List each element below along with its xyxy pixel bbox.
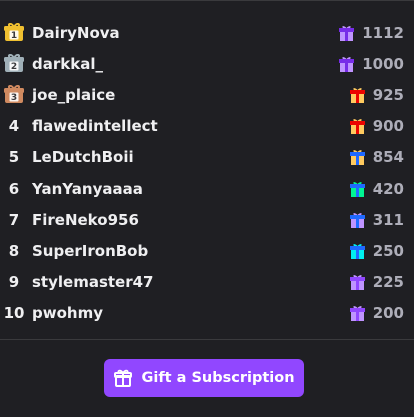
leaderboard-row: 9 stylemaster47 225 <box>0 267 414 298</box>
gift-count: 311 <box>349 210 404 229</box>
gift-amount: 225 <box>372 273 404 292</box>
rank-number: 2 <box>11 62 17 72</box>
username[interactable]: darkkal_ <box>32 55 103 73</box>
username[interactable]: DairyNova <box>32 24 120 42</box>
rank-number: 3 <box>11 93 17 103</box>
leaderboard-row: 1 DairyNova 1112 <box>0 17 414 48</box>
gift-count: 200 <box>349 304 404 323</box>
username[interactable]: FireNeko956 <box>32 211 139 229</box>
gift-icon <box>349 149 373 166</box>
gift-subscription-button[interactable]: Gift a Subscription <box>104 359 304 397</box>
leaderboard-row: 4 flawedintellect 900 <box>0 111 414 142</box>
gift-count: 225 <box>349 273 404 292</box>
username[interactable]: YanYanyaaaa <box>32 180 143 198</box>
gift-amount: 1000 <box>362 54 404 73</box>
gift-icon <box>339 25 362 41</box>
gift-icon <box>114 369 133 387</box>
username[interactable]: pwohmy <box>32 304 103 322</box>
gift-icon <box>349 87 373 103</box>
gift-leaderboard-panel: 1 DairyNova 1112 2 darkkal_ 1000 3 joe_plaice 92… <box>0 0 414 417</box>
rank-number: 4 <box>8 117 20 136</box>
rank-number: 7 <box>8 210 20 229</box>
rank-number: 5 <box>8 148 20 167</box>
leaderboard-row: 6 YanYanyaaaa 420 <box>0 173 414 204</box>
gift-subscription-label: Gift a Subscription <box>141 370 295 386</box>
username[interactable]: flawedintellect <box>32 117 158 135</box>
gift-icon <box>349 118 373 135</box>
gift-amount: 200 <box>372 304 404 323</box>
rank-number: 10 <box>3 304 25 323</box>
gold-medal-icon: 1 <box>4 23 24 42</box>
rank-number: 1 <box>11 31 17 41</box>
username[interactable]: SuperIronBob <box>32 242 148 260</box>
gift-count: 925 <box>349 85 404 104</box>
gift-amount: 925 <box>372 85 404 104</box>
gift-count: 1112 <box>339 24 404 42</box>
leaderboard-row: 7 FireNeko956 311 <box>0 204 414 235</box>
gift-icon <box>349 305 373 322</box>
gift-amount: 1112 <box>362 23 404 42</box>
gift-count: 1000 <box>339 55 404 73</box>
gift-icon <box>349 212 373 228</box>
divider <box>0 339 414 340</box>
rank-number: 6 <box>8 179 20 198</box>
gift-amount: 900 <box>372 117 404 136</box>
leaderboard-row: 8 SuperIronBob 250 <box>0 235 414 266</box>
leaderboard-row: 10 pwohmy 200 <box>0 298 414 329</box>
rank-number: 9 <box>8 273 20 292</box>
rank-number: 8 <box>8 241 20 260</box>
gift-count: 250 <box>349 241 404 260</box>
gift-icon <box>349 274 373 291</box>
gift-amount: 311 <box>372 210 404 229</box>
username[interactable]: joe_plaice <box>32 86 115 104</box>
leaderboard-row: 2 darkkal_ 1000 <box>0 48 414 79</box>
username[interactable]: LeDutchBoii <box>32 148 134 166</box>
leaderboard-list: 1 DairyNova 1112 2 darkkal_ 1000 3 joe_plaice 92… <box>0 17 414 329</box>
gift-icon <box>339 56 362 72</box>
gift-amount: 854 <box>372 148 404 167</box>
leaderboard-row: 3 joe_plaice 925 <box>0 79 414 110</box>
gift-count: 854 <box>349 148 404 167</box>
gift-icon <box>349 181 373 197</box>
silver-medal-icon: 2 <box>4 54 24 73</box>
gift-count: 900 <box>349 117 404 136</box>
username[interactable]: stylemaster47 <box>32 273 154 291</box>
gift-count: 420 <box>349 179 404 198</box>
gift-amount: 420 <box>372 179 404 198</box>
leaderboard-row: 5 LeDutchBoii 854 <box>0 142 414 173</box>
gift-amount: 250 <box>372 241 404 260</box>
gift-icon <box>349 243 373 259</box>
bronze-medal-icon: 3 <box>4 85 24 104</box>
